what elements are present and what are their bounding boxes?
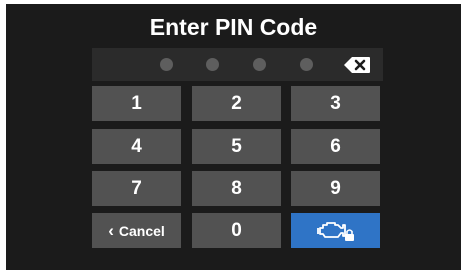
key-label: 0 [231,219,242,241]
key-label: 6 [330,135,341,157]
pin-entry-screen: Enter PIN Code 1 2 3 4 5 6 7 8 9 ‹ Cance… [6,4,461,270]
pin-dot [300,58,313,71]
key-8[interactable]: 8 [192,171,281,206]
engine-lock-button[interactable] [291,213,380,248]
key-7[interactable]: 7 [92,171,181,206]
key-label: 5 [231,135,242,157]
key-label: 1 [131,92,142,114]
key-3[interactable]: 3 [291,86,380,121]
chevron-left-icon: ‹ [108,220,114,240]
key-label: 9 [330,177,341,199]
pin-dot [206,58,219,71]
pin-display [92,48,383,81]
key-label: 2 [231,92,242,114]
key-9[interactable]: 9 [291,171,380,206]
key-label: 3 [330,92,341,114]
key-6[interactable]: 6 [291,129,380,164]
key-label: 4 [131,135,142,157]
engine-lock-icon [316,221,354,241]
page-title: Enter PIN Code [149,14,318,40]
key-1[interactable]: 1 [92,86,181,121]
pin-dot [253,58,266,71]
cancel-label: Cancel [118,222,165,239]
key-label: 7 [131,177,142,199]
pin-dot [160,58,173,71]
key-2[interactable]: 2 [192,86,281,121]
key-0[interactable]: 0 [192,213,281,248]
key-5[interactable]: 5 [192,129,281,164]
cancel-button[interactable]: ‹ Cancel [92,213,181,248]
backspace-icon[interactable] [343,56,371,74]
key-4[interactable]: 4 [92,129,181,164]
key-label: 8 [231,177,242,199]
